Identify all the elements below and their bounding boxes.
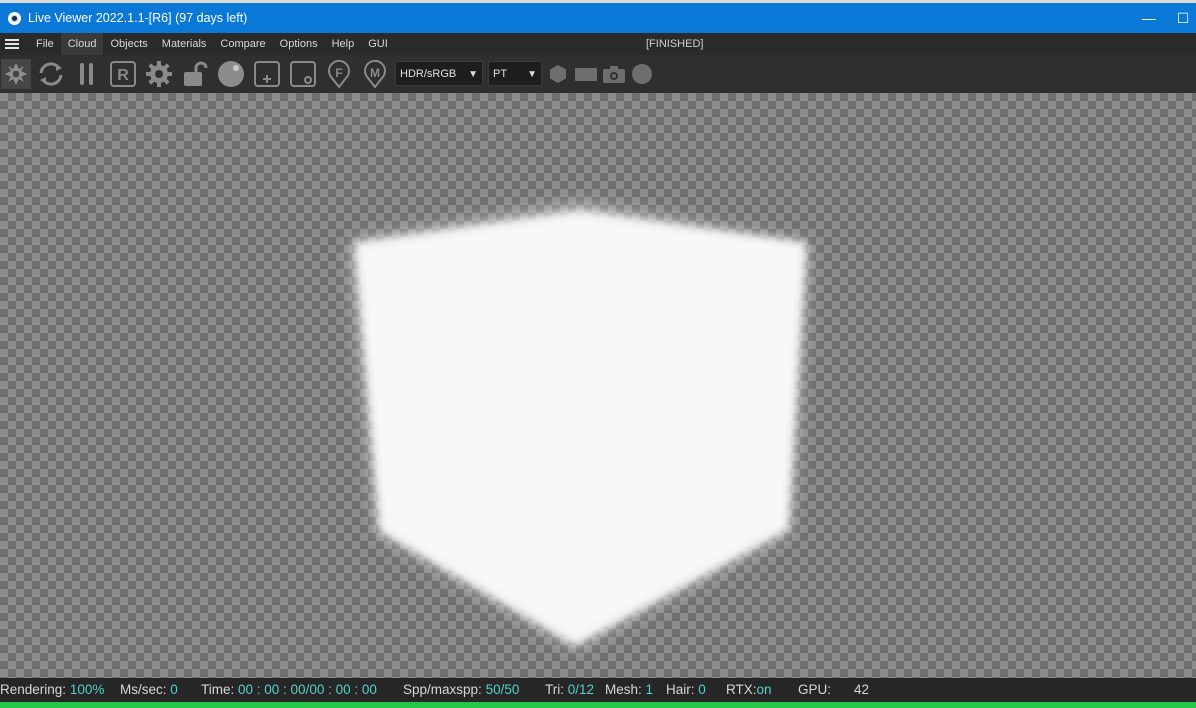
spp-value: 50/50 bbox=[485, 682, 520, 697]
svg-text:M: M bbox=[370, 66, 380, 80]
color-mode-value: HDR/sRGB bbox=[400, 68, 457, 80]
sphere-icon[interactable] bbox=[216, 59, 246, 89]
hair-label: Hair: bbox=[666, 682, 695, 697]
gpu-label: GPU: bbox=[798, 682, 832, 697]
time-label: Time: bbox=[201, 682, 235, 697]
kernel-select[interactable]: PT ▼ bbox=[488, 61, 542, 86]
app-icon bbox=[8, 11, 21, 25]
title-bar: Live Viewer 2022.1.1-[R6] (97 days left)… bbox=[0, 3, 1196, 33]
m-pin-icon[interactable]: M bbox=[360, 59, 390, 89]
unlock-icon[interactable] bbox=[180, 59, 210, 89]
object-box-icon[interactable] bbox=[288, 59, 318, 89]
progress-bar bbox=[0, 702, 1196, 708]
color-mode-select[interactable]: HDR/sRGB ▼ bbox=[395, 61, 483, 86]
minimize-button[interactable]: — bbox=[1138, 7, 1160, 29]
camera-icon[interactable] bbox=[599, 59, 629, 89]
ms-status: Ms/sec: 0 bbox=[120, 678, 178, 702]
mesh-status: Mesh: 1 bbox=[605, 678, 653, 702]
menu-gui[interactable]: GUI bbox=[361, 33, 395, 55]
render-status-label: [FINISHED] bbox=[646, 38, 704, 50]
shutter-icon[interactable] bbox=[1, 59, 31, 89]
status-bar: Rendering: 100% Ms/sec: 0 Time: 00 : 00 … bbox=[0, 678, 1196, 702]
gpu-status: GPU: bbox=[798, 678, 831, 702]
svg-text:F: F bbox=[335, 66, 342, 80]
ms-label: Ms/sec: bbox=[120, 682, 167, 697]
circle-icon[interactable] bbox=[627, 59, 657, 89]
spp-status: Spp/maxspp: 50/50 bbox=[403, 678, 519, 702]
pause-icon[interactable] bbox=[72, 59, 102, 89]
rendering-label: Rendering: bbox=[0, 682, 67, 697]
rtx-status: RTX:on bbox=[726, 678, 772, 702]
r-box-icon[interactable]: R bbox=[108, 59, 138, 89]
spp-label: Spp/maxspp: bbox=[403, 682, 482, 697]
mesh-value: 1 bbox=[645, 682, 654, 697]
ms-value: 0 bbox=[170, 682, 178, 697]
render-viewport[interactable] bbox=[0, 93, 1196, 678]
chevron-down-icon: ▼ bbox=[468, 69, 478, 80]
menu-help[interactable]: Help bbox=[325, 33, 362, 55]
add-box-icon[interactable] bbox=[252, 59, 282, 89]
mesh-label: Mesh: bbox=[605, 682, 642, 697]
window-title: Live Viewer 2022.1.1-[R6] (97 days left) bbox=[28, 11, 248, 25]
menu-cloud[interactable]: Cloud bbox=[60, 33, 104, 55]
gpu-value: 42 bbox=[854, 682, 870, 697]
menu-options[interactable]: Options bbox=[273, 33, 325, 55]
rtx-label: RTX: bbox=[726, 682, 757, 697]
rectangle-icon[interactable] bbox=[571, 59, 601, 89]
menu-materials[interactable]: Materials bbox=[155, 33, 214, 55]
rendering-value: 100% bbox=[69, 682, 105, 697]
refresh-icon[interactable] bbox=[36, 59, 66, 89]
svg-text:R: R bbox=[117, 67, 129, 84]
rendering-status: Rendering: 100% bbox=[0, 678, 104, 702]
menu-bar: File Cloud Objects Materials Compare Opt… bbox=[0, 33, 1196, 55]
gear-icon[interactable] bbox=[144, 59, 174, 89]
chevron-down-icon: ▼ bbox=[527, 69, 537, 80]
rtx-value: on bbox=[756, 682, 772, 697]
time-status: Time: 00 : 00 : 00/00 : 00 : 00 bbox=[201, 678, 377, 702]
rendered-cube bbox=[350, 203, 808, 648]
hamburger-menu-icon[interactable] bbox=[5, 39, 19, 49]
hair-value: 0 bbox=[698, 682, 706, 697]
hair-status: Hair: 0 bbox=[666, 678, 706, 702]
f-pin-icon[interactable]: F bbox=[324, 59, 354, 89]
toolbar: R F M HDR/sRGB ▼ PT ▼ bbox=[0, 55, 1196, 93]
tri-label: Tri: bbox=[545, 682, 564, 697]
tri-value: 0/12 bbox=[567, 682, 595, 697]
time-value: 00 : 00 : 00/00 : 00 : 00 bbox=[238, 682, 377, 697]
hexagon-icon[interactable] bbox=[543, 59, 573, 89]
tri-status: Tri: 0/12 bbox=[545, 678, 594, 702]
kernel-value: PT bbox=[493, 68, 508, 80]
maximize-button[interactable]: ☐ bbox=[1172, 7, 1194, 29]
menu-objects[interactable]: Objects bbox=[103, 33, 154, 55]
menu-compare[interactable]: Compare bbox=[213, 33, 272, 55]
menu-file[interactable]: File bbox=[29, 33, 61, 55]
